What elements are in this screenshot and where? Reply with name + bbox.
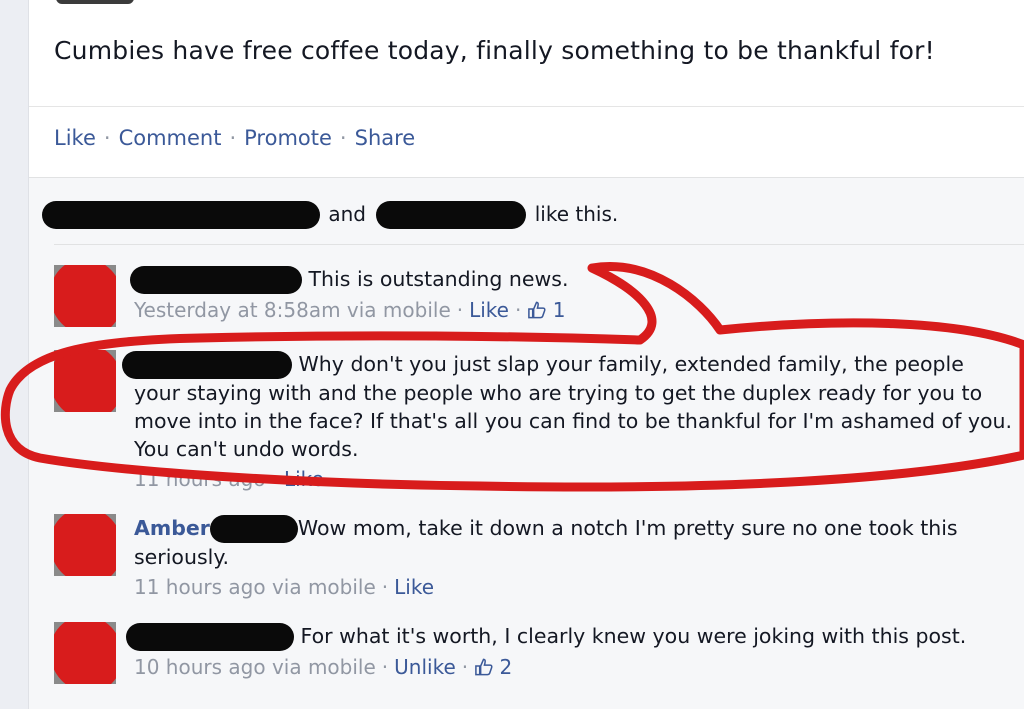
post-author-photo-edge: [56, 0, 134, 4]
separator: ·: [461, 655, 469, 679]
likes-and: and: [328, 201, 366, 226]
comment-link[interactable]: Comment: [119, 126, 222, 150]
share-link[interactable]: Share: [355, 126, 416, 150]
avatar[interactable]: [54, 514, 116, 576]
likes-divider: [54, 244, 1024, 245]
post-divider: [29, 106, 1024, 107]
left-rail: [0, 0, 29, 709]
redaction-mark: [122, 351, 292, 379]
comment-like-link[interactable]: Like: [394, 575, 434, 599]
post-actions: Like · Comment · Promote · Share: [54, 126, 415, 150]
comment-item: For what it's worth, I clearly knew you …: [54, 622, 1014, 709]
comment-item: Amber Wow mom, take it down a notch I'm p…: [54, 514, 1014, 604]
thumbs-up-icon: [528, 301, 546, 319]
redaction-mark: [209, 515, 298, 543]
likes-suffix[interactable]: like this.: [535, 202, 619, 226]
red-scribble: [54, 350, 116, 412]
avatar[interactable]: [54, 622, 116, 684]
separator: ·: [271, 467, 278, 491]
comment-time[interactable]: Yesterday at 8:58am via mobile: [134, 298, 451, 322]
comment-item: This is outstanding news. Yesterday at 8…: [54, 265, 1014, 337]
commenter-name[interactable]: Amber: [134, 516, 210, 540]
redaction-mark: [126, 623, 294, 651]
promote-link[interactable]: Promote: [244, 126, 332, 150]
separator: ·: [381, 655, 389, 679]
separator: ·: [103, 126, 111, 150]
separator: ·: [229, 126, 237, 150]
comment-text: For what it's worth, I clearly knew you …: [300, 624, 967, 648]
like-count[interactable]: 2: [474, 655, 512, 679]
redaction-mark: [42, 201, 320, 229]
comment-body: For what it's worth, I clearly knew you …: [126, 622, 1014, 681]
avatar[interactable]: [54, 265, 116, 327]
comment-body: Amber Wow mom, take it down a notch I'm p…: [134, 514, 1014, 601]
thumbs-up-icon: [475, 658, 493, 676]
likes-summary: and like this.: [42, 201, 619, 229]
separator: ·: [339, 126, 347, 150]
comment-like-link[interactable]: Like: [284, 467, 324, 491]
like-count-value: 2: [499, 655, 513, 679]
comment-item: Why don't you just slap your family, ext…: [54, 350, 1014, 493]
comment-time[interactable]: 11 hours ago: [134, 467, 266, 491]
red-scribble: [54, 265, 116, 327]
comment-body: This is outstanding news. Yesterday at 8…: [130, 265, 1014, 324]
comment-time[interactable]: 11 hours ago via mobile: [134, 575, 376, 599]
separator: ·: [456, 298, 464, 322]
like-count-value: 1: [552, 298, 566, 322]
red-scribble: [54, 622, 116, 684]
redaction-mark: [376, 201, 527, 229]
like-link[interactable]: Like: [54, 126, 96, 150]
comment-meta: Yesterday at 8:58am via mobile · Like · 1: [134, 296, 1014, 324]
comment-meta: 11 hours ago · Like: [134, 465, 1014, 493]
comment-meta: 11 hours ago via mobile · Like: [134, 573, 1014, 601]
comment-meta: 10 hours ago via mobile · Unlike · 2: [134, 653, 1014, 681]
separator: ·: [514, 298, 522, 322]
comment-body: Why don't you just slap your family, ext…: [122, 350, 1014, 493]
post-text: Cumbies have free coffee today, finally …: [54, 36, 935, 65]
red-scribble: [54, 514, 116, 576]
like-count[interactable]: 1: [527, 298, 565, 322]
avatar[interactable]: [54, 350, 116, 412]
separator: ·: [381, 575, 389, 599]
comment-time[interactable]: 10 hours ago via mobile: [134, 655, 376, 679]
comment-unlike-link[interactable]: Unlike: [394, 655, 456, 679]
comment-text: This is outstanding news.: [308, 267, 569, 291]
redaction-mark: [130, 266, 302, 294]
comment-like-link[interactable]: Like: [469, 298, 509, 322]
